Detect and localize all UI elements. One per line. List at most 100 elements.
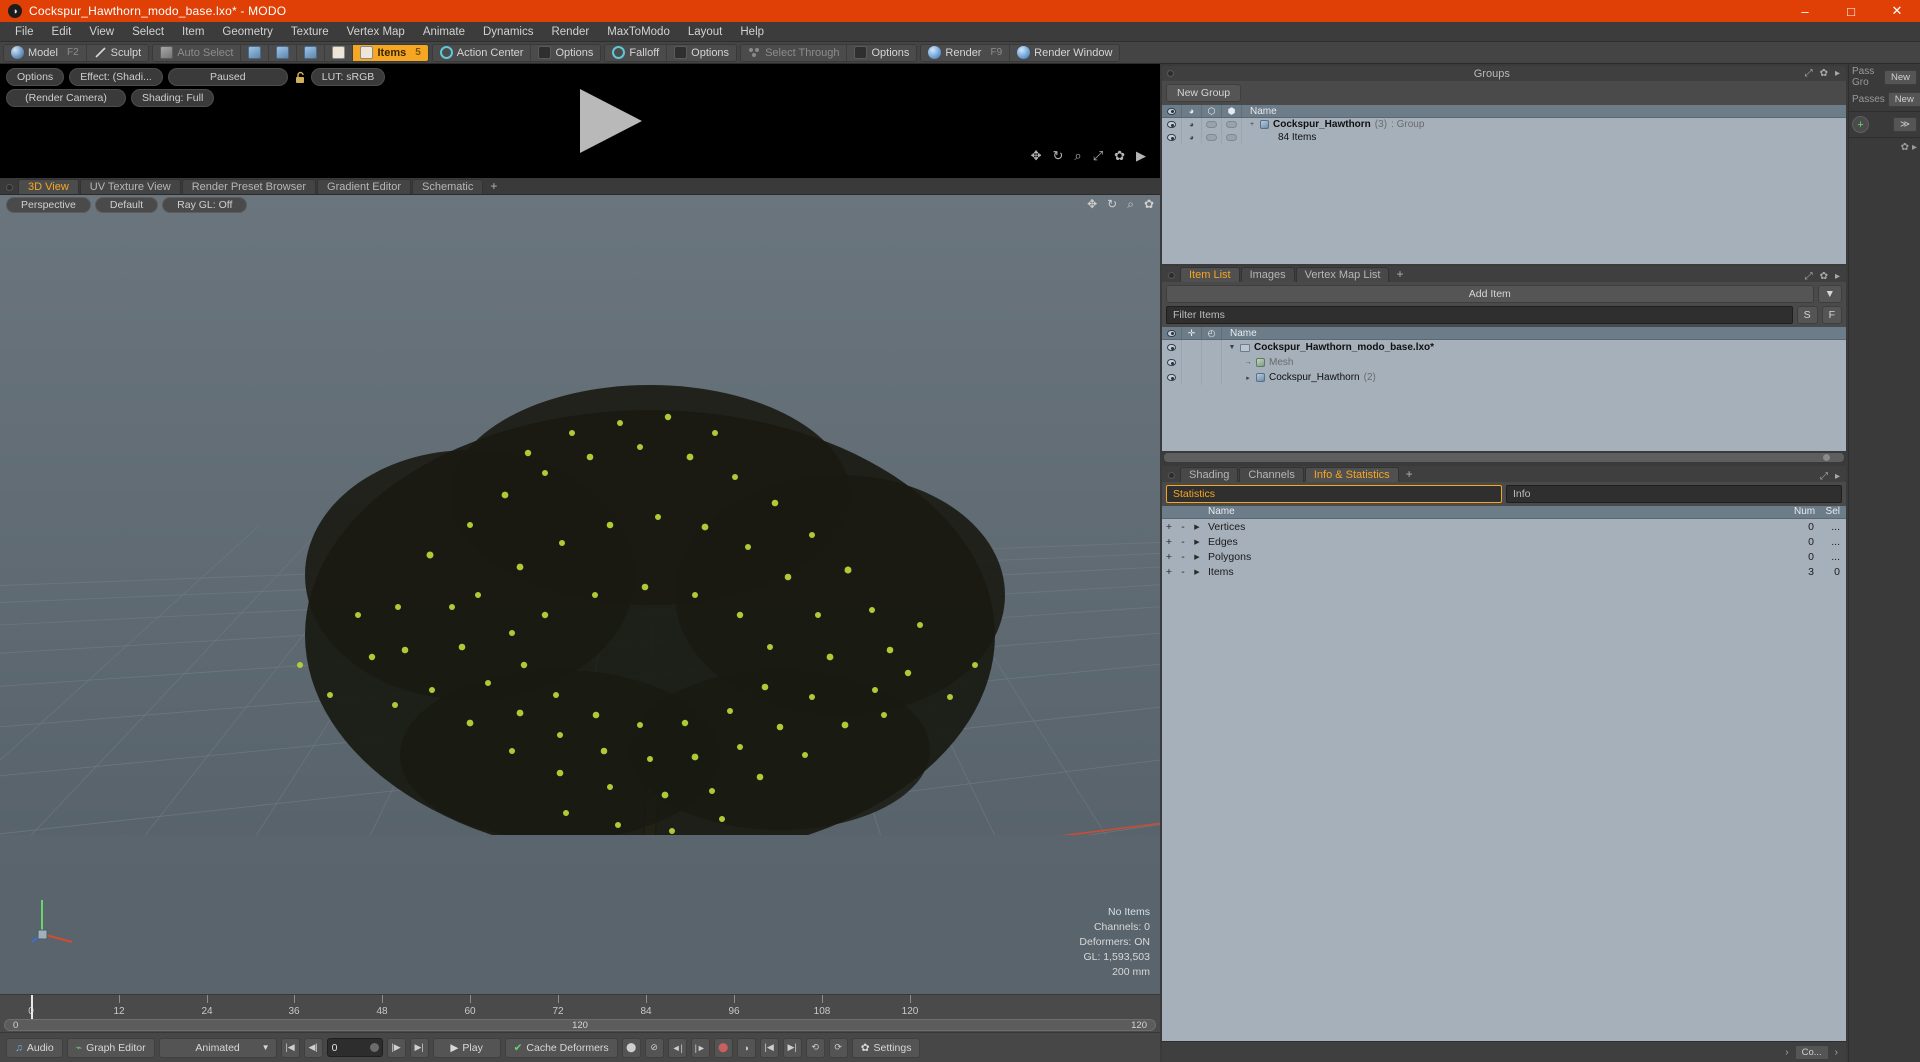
animated-dropdown[interactable]: Animated ▼ (158, 1037, 277, 1058)
preview-options-button[interactable]: Options (6, 68, 65, 86)
skip-start-button[interactable]: |◀ (280, 1037, 300, 1058)
command-field[interactable]: Co... (1794, 1044, 1829, 1060)
minus-icon[interactable]: - (1176, 536, 1190, 548)
viewport-tab-dot-icon[interactable] (6, 184, 13, 191)
unlocked-icon[interactable] (293, 71, 306, 84)
row-select-toggle[interactable] (1222, 131, 1242, 144)
tab-3d-view[interactable]: 3D View (18, 179, 79, 194)
table-row[interactable]: ◕ 84 Items (1162, 131, 1846, 144)
unlink-button[interactable]: ⟳ (828, 1037, 848, 1058)
minus-icon[interactable]: - (1176, 551, 1190, 563)
zoom-icon[interactable]: ⌕ (1074, 148, 1081, 164)
tab-images[interactable]: Images (1240, 267, 1295, 282)
table-row[interactable]: + - ▶ Edges 0 ... (1162, 534, 1846, 549)
filter-f-button[interactable]: F (1821, 306, 1842, 324)
close-button[interactable]: ✕ (1874, 0, 1920, 22)
menu-file[interactable]: File (6, 24, 43, 40)
tab-schematic[interactable]: Schematic (412, 179, 484, 194)
viewport-rotate-icon[interactable]: ↻ (1107, 197, 1117, 212)
timeline-playhead[interactable] (31, 995, 33, 1019)
items-mode-button[interactable]: Items 5 (353, 44, 428, 61)
expand-plus-icon[interactable]: + (1162, 536, 1176, 548)
polygon-mode-button[interactable] (297, 44, 326, 61)
preview-effect-button[interactable]: Effect: (Shadi... (69, 68, 163, 86)
groups-tree[interactable]: ◕ ⬡ ⬢ Name ◕ + Cockspur_Hawthorn (3): G… (1162, 105, 1846, 264)
mode-sculpt-button[interactable]: Sculpt (87, 45, 149, 61)
add-viewport-tab-button[interactable]: + (484, 178, 503, 194)
row-name-cell[interactable]: ▼ Cockspur_Hawthorn_modo_base.lxo* (1222, 340, 1846, 355)
tab-shading[interactable]: Shading (1180, 467, 1239, 482)
expand-plus-icon[interactable]: + (1162, 521, 1176, 533)
forward-icon[interactable]: ≫ (1893, 117, 1917, 132)
settings-button[interactable]: ✿ Settings (851, 1037, 921, 1058)
cache-deformers-button[interactable]: ✔ Cache Deformers (504, 1037, 618, 1058)
triangle-icon[interactable]: ▶ (1190, 538, 1204, 546)
record-button[interactable]: ⬤ (713, 1037, 733, 1058)
row-lock-toggle[interactable] (1202, 118, 1222, 131)
tab-vertex-map-list[interactable]: Vertex Map List (1295, 267, 1390, 282)
render-button[interactable]: Render F9 (921, 44, 1011, 61)
collapse-arrow-icon[interactable]: ▼ (1228, 344, 1236, 351)
frame-number-input[interactable]: 0 (326, 1038, 383, 1057)
minimize-button[interactable]: – (1782, 0, 1828, 22)
select-through-button[interactable]: Select Through (741, 44, 848, 61)
status-chevron-icon[interactable]: › (1785, 1047, 1788, 1058)
tab-uv-texture-view[interactable]: UV Texture View (79, 179, 181, 194)
menu-geometry[interactable]: Geometry (213, 24, 282, 40)
statistics-table[interactable]: Name Num Sel + - ▶ Vertices 0 ... + - ▶ … (1162, 506, 1846, 1041)
item-list-expand-icon[interactable]: ⤢ (1805, 271, 1813, 282)
preview-paused-button[interactable]: Paused (167, 68, 288, 86)
auto-key-button[interactable]: ◑ (736, 1037, 756, 1058)
link-button[interactable]: ⟲ (805, 1037, 825, 1058)
minus-icon[interactable]: - (1176, 566, 1190, 578)
timeline-range-bar[interactable]: 0 120 120 (4, 1019, 1156, 1031)
select-through-options-button[interactable]: Options (847, 45, 916, 61)
action-center-options-button[interactable]: Options (531, 45, 600, 61)
groups-chevron-icon[interactable]: ▸ (1835, 68, 1840, 79)
table-row[interactable]: ◕ + Cockspur_Hawthorn (3) : Group (1162, 118, 1846, 131)
range-start-button[interactable]: |◀ (759, 1037, 779, 1058)
triangle-icon[interactable]: ▶ (1190, 523, 1204, 531)
menu-view[interactable]: View (80, 24, 123, 40)
play-button[interactable]: ▶ Play (432, 1037, 501, 1058)
timeline[interactable]: 0 12 24 36 48 60 72 84 96 108 120 0 120 … (0, 994, 1160, 1032)
action-center-button[interactable]: Action Center (433, 44, 532, 61)
render-window-button[interactable]: Render Window (1010, 45, 1119, 61)
step-back-button[interactable]: ◀| (303, 1037, 323, 1058)
rotate-icon[interactable]: ↻ (1053, 148, 1064, 164)
menu-animate[interactable]: Animate (414, 24, 474, 40)
menu-help[interactable]: Help (731, 24, 773, 40)
skip-end-button[interactable]: ▶| (409, 1037, 429, 1058)
expand-arrow-icon[interactable]: + (1248, 121, 1256, 128)
item-list-gear-icon[interactable]: ✿ (1820, 271, 1828, 282)
add-item-tab-button[interactable]: + (1390, 266, 1409, 282)
viewport-zoom-icon[interactable]: ⌕ (1127, 197, 1134, 212)
edge-mode-button[interactable] (269, 44, 298, 61)
menu-texture[interactable]: Texture (282, 24, 338, 40)
vertex-mode-button[interactable] (241, 44, 270, 61)
info-subtab[interactable]: Info (1506, 485, 1842, 503)
info-expand-icon[interactable]: ⤢ (1820, 471, 1828, 482)
add-item-button[interactable]: Add Item (1166, 285, 1814, 303)
table-row[interactable]: ▸ Cockspur_Hawthorn (2) (1162, 370, 1846, 385)
menu-maxtomodo[interactable]: MaxToModo (598, 24, 679, 40)
item-list-horizontal-scrollbar[interactable] (1164, 453, 1844, 462)
row-name-cell[interactable]: + Cockspur_Hawthorn (3) : Group (1242, 118, 1846, 131)
new-group-button[interactable]: New Group (1166, 84, 1242, 102)
preview-camera-button[interactable]: (Render Camera) (6, 89, 126, 107)
tab-render-preset-browser[interactable]: Render Preset Browser (181, 179, 317, 194)
table-row[interactable]: + - ▶ Vertices 0 ... (1162, 519, 1846, 534)
groups-panel-dot-icon[interactable] (1167, 70, 1174, 77)
next-key-button[interactable]: |► (690, 1037, 710, 1058)
menu-vertex-map[interactable]: Vertex Map (338, 24, 414, 40)
item-list-chevron-icon[interactable]: ▸ (1835, 271, 1840, 282)
preview-lut-button[interactable]: LUT: sRGB (310, 68, 386, 86)
row-select-toggle[interactable] (1222, 118, 1242, 131)
expand-arrow-icon[interactable]: ▸ (1244, 374, 1252, 382)
row-visible-toggle[interactable] (1162, 118, 1182, 131)
table-row[interactable]: + - ▶ Polygons 0 ... (1162, 549, 1846, 564)
table-row[interactable]: + - ▶ Items 3 0 (1162, 564, 1846, 579)
item-list-panel-dot-icon[interactable] (1168, 272, 1175, 279)
menu-render[interactable]: Render (542, 24, 598, 40)
frame-scrub-knob[interactable] (369, 1043, 379, 1052)
